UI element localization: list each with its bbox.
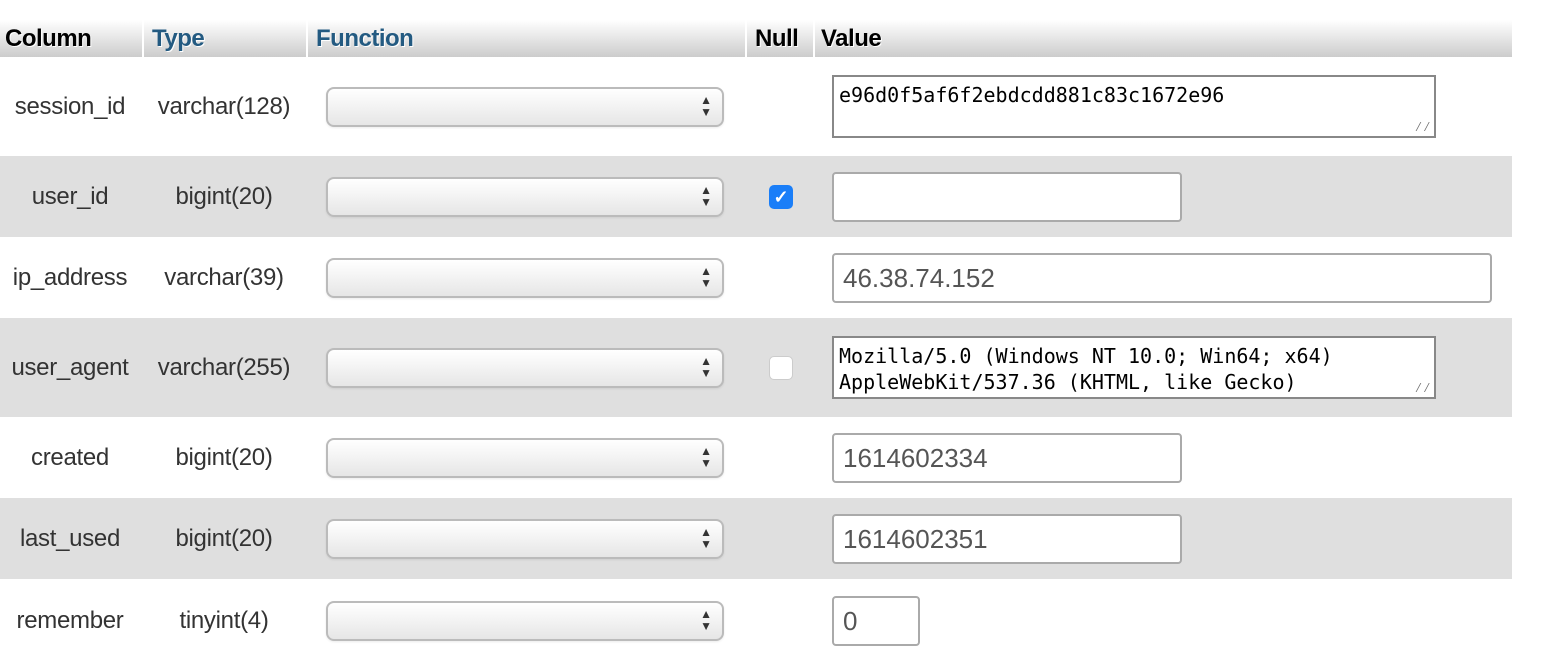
header-null: Null [747, 20, 815, 57]
up-down-arrows-icon: ▲ ▼ [700, 607, 712, 633]
function-select[interactable]: ▲ ▼ [326, 257, 724, 298]
value-textarea[interactable]: Mozilla/5.0 (Windows NT 10.0; Win64; x64… [832, 336, 1436, 399]
function-select[interactable]: ▲ ▼ [326, 347, 724, 388]
column-name: user_agent [11, 353, 129, 381]
header-function[interactable]: Function [308, 20, 747, 57]
value-input[interactable]: 1614602351 [832, 513, 1182, 564]
null-checkbox[interactable] [769, 355, 793, 380]
function-select[interactable]: ▲ ▼ [326, 601, 724, 641]
value-input[interactable]: 1614602334 [832, 432, 1182, 483]
column-name: last_used [19, 524, 121, 552]
function-select[interactable]: ▲ ▼ [326, 176, 724, 217]
value-input[interactable]: 0 [832, 596, 920, 646]
column-type: bigint(20) [175, 524, 273, 552]
column-name: remember [16, 607, 124, 634]
table-row: remember tinyint(4) ▲ ▼ 0 [0, 579, 1512, 663]
column-name: ip_address [12, 263, 128, 291]
column-type: varchar(128) [157, 92, 291, 120]
column-type: bigint(20) [175, 443, 273, 471]
value-text: Mozilla/5.0 (Windows NT 10.0; Win64; x64… [839, 344, 1333, 394]
resize-grip-icon[interactable]: ⁄⁄ [1414, 120, 1431, 134]
table-row: ip_address varchar(39) ▲ ▼ 46.38.74.152 [0, 237, 1512, 318]
header-column: Column [0, 20, 144, 57]
table-header: Column Type Function Null Value [0, 20, 1512, 57]
value-text: e96d0f5af6f2ebdcdd881c83c1672e96 [839, 83, 1225, 107]
null-checkbox[interactable]: ✓ [769, 184, 793, 209]
resize-grip-icon[interactable]: ⁄⁄ [1414, 381, 1431, 395]
insert-row-table: Column Type Function Null Value session_… [0, 20, 1512, 663]
table-row: user_agent varchar(255) ▲ ▼ Mozilla/5.0 (… [0, 318, 1512, 417]
function-select[interactable]: ▲ ▼ [326, 518, 724, 559]
up-down-arrows-icon: ▲ ▼ [700, 92, 712, 119]
up-down-arrows-icon: ▲ ▼ [700, 443, 712, 470]
function-select[interactable]: ▲ ▼ [326, 437, 724, 478]
column-name: user_id [31, 182, 109, 210]
checkmark-icon: ✓ [773, 186, 789, 207]
value-textarea[interactable]: e96d0f5af6f2ebdcdd881c83c1672e96 ⁄⁄ [832, 75, 1436, 138]
up-down-arrows-icon: ▲ ▼ [700, 524, 712, 551]
column-type: bigint(20) [175, 182, 273, 210]
value-input[interactable]: 46.38.74.152 [832, 252, 1492, 303]
up-down-arrows-icon: ▲ ▼ [700, 353, 712, 380]
function-select[interactable]: ▲ ▼ [326, 86, 724, 127]
column-type: varchar(255) [157, 353, 291, 381]
header-value: Value [821, 25, 882, 52]
table-row: session_id varchar(128) ▲ ▼ e96d0f5af6f2e… [0, 57, 1512, 156]
table-row: last_used bigint(20) ▲ ▼ 1614602351 [0, 498, 1512, 579]
table-row: user_id bigint(20) ▲ ▼ ✓ [0, 156, 1512, 237]
header-type[interactable]: Type [144, 20, 308, 57]
column-type: tinyint(4) [179, 607, 269, 634]
up-down-arrows-icon: ▲ ▼ [700, 182, 712, 209]
up-down-arrows-icon: ▲ ▼ [700, 263, 712, 290]
table-row: created bigint(20) ▲ ▼ 1614602334 [0, 417, 1512, 498]
column-name: created [31, 443, 109, 471]
column-type: varchar(39) [164, 263, 284, 291]
column-name: session_id [14, 92, 126, 120]
value-input[interactable] [832, 171, 1182, 222]
